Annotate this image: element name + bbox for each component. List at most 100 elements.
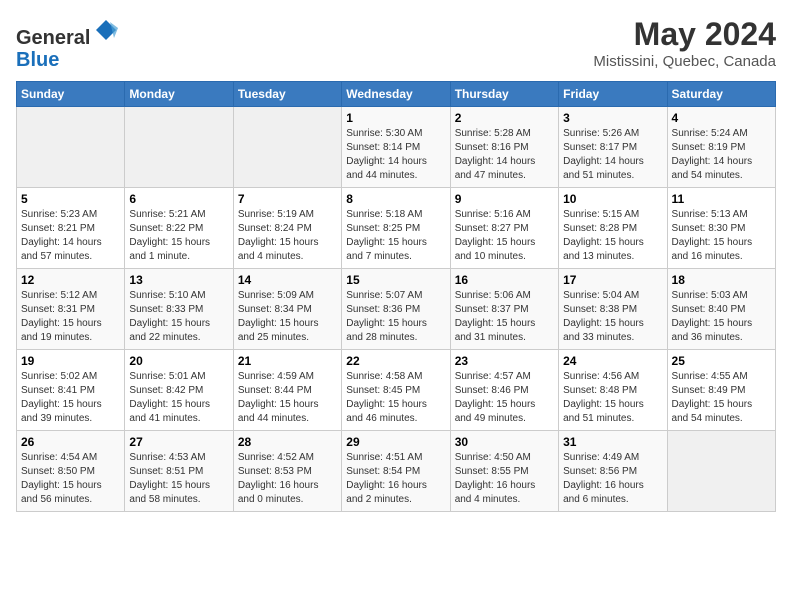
calendar-day-cell: 8Sunrise: 5:18 AMSunset: 8:25 PMDaylight… (342, 188, 450, 269)
calendar-day-cell: 2 Sunrise: 5:28 AMSunset: 8:16 PMDaylight… (450, 107, 558, 188)
calendar-day-cell: 6Sunrise: 5:21 AMSunset: 8:22 PMDaylight… (125, 188, 233, 269)
calendar-day-cell: 3 Sunrise: 5:26 AMSunset: 8:17 PMDaylight… (559, 107, 667, 188)
calendar-day-cell: 4 Sunrise: 5:24 AMSunset: 8:19 PMDaylight… (667, 107, 775, 188)
calendar-day-cell: 21Sunrise: 4:59 AMSunset: 8:44 PMDayligh… (233, 350, 341, 431)
day-info: Sunrise: 4:56 AMSunset: 8:48 PMDaylight:… (563, 370, 662, 426)
day-info: Sunrise: 5:15 AMSunset: 8:28 PMDaylight:… (563, 208, 662, 264)
calendar-day-cell: 31 Sunrise: 4:49 AMSunset: 8:56 PMDayligh… (559, 431, 667, 512)
day-number: 5 (21, 192, 120, 206)
calendar-day-cell (233, 107, 341, 188)
day-number: 6 (129, 192, 228, 206)
day-of-week-header: Thursday (450, 82, 558, 107)
logo-general: General (16, 27, 90, 49)
day-info: Sunrise: 4:59 AMSunset: 8:44 PMDaylight:… (238, 370, 337, 426)
day-info: Sunrise: 5:23 AMSunset: 8:21 PMDaylight:… (21, 208, 120, 264)
day-info: Sunrise: 4:51 AMSunset: 8:54 PMDaylight:… (346, 451, 445, 507)
day-info: Sunrise: 5:03 AMSunset: 8:40 PMDaylight:… (672, 289, 771, 345)
location: Mistissini, Quebec, Canada (593, 53, 776, 70)
day-info: Sunrise: 5:30 AMSunset: 8:14 PMDaylight:… (346, 127, 445, 183)
calendar-day-cell: 24Sunrise: 4:56 AMSunset: 8:48 PMDayligh… (559, 350, 667, 431)
day-number: 23 (455, 354, 554, 368)
day-info: Sunrise: 4:49 AMSunset: 8:56 PMDaylight:… (563, 451, 662, 507)
day-info: Sunrise: 5:26 AMSunset: 8:17 PMDaylight:… (563, 127, 662, 183)
title-block: May 2024 Mistissini, Quebec, Canada (593, 16, 776, 70)
calendar-day-cell: 17 Sunrise: 5:04 AMSunset: 8:38 PMDayligh… (559, 269, 667, 350)
day-number: 18 (672, 273, 771, 287)
calendar-week-row: 12 Sunrise: 5:12 AMSunset: 8:31 PMDayligh… (17, 269, 776, 350)
day-info: Sunrise: 5:16 AMSunset: 8:27 PMDaylight:… (455, 208, 554, 264)
day-info: Sunrise: 5:07 AMSunset: 8:36 PMDaylight:… (346, 289, 445, 345)
day-number: 22 (346, 354, 445, 368)
day-number: 3 (563, 111, 662, 125)
calendar-day-cell: 1 Sunrise: 5:30 AMSunset: 8:14 PMDaylight… (342, 107, 450, 188)
page-header: General Blue May 2024 Mistissini, Quebec… (16, 16, 776, 71)
day-number: 14 (238, 273, 337, 287)
day-number: 12 (21, 273, 120, 287)
day-of-week-header: Tuesday (233, 82, 341, 107)
day-number: 11 (672, 192, 771, 206)
day-number: 19 (21, 354, 120, 368)
day-of-week-header: Wednesday (342, 82, 450, 107)
calendar-day-cell (667, 431, 775, 512)
day-number: 25 (672, 354, 771, 368)
calendar-day-cell: 22 Sunrise: 4:58 AMSunset: 8:45 PMDayligh… (342, 350, 450, 431)
day-number: 26 (21, 435, 120, 449)
day-number: 28 (238, 435, 337, 449)
day-number: 31 (563, 435, 662, 449)
day-info: Sunrise: 4:55 AMSunset: 8:49 PMDaylight:… (672, 370, 771, 426)
calendar-day-cell: 16Sunrise: 5:06 AMSunset: 8:37 PMDayligh… (450, 269, 558, 350)
calendar-week-row: 19 Sunrise: 5:02 AMSunset: 8:41 PMDayligh… (17, 350, 776, 431)
day-number: 29 (346, 435, 445, 449)
calendar-day-cell: 20Sunrise: 5:01 AMSunset: 8:42 PMDayligh… (125, 350, 233, 431)
calendar-day-cell: 12 Sunrise: 5:12 AMSunset: 8:31 PMDayligh… (17, 269, 125, 350)
calendar-day-cell: 19 Sunrise: 5:02 AMSunset: 8:41 PMDayligh… (17, 350, 125, 431)
day-info: Sunrise: 4:50 AMSunset: 8:55 PMDaylight:… (455, 451, 554, 507)
day-info: Sunrise: 5:12 AMSunset: 8:31 PMDaylight:… (21, 289, 120, 345)
calendar-day-cell: 18 Sunrise: 5:03 AMSunset: 8:40 PMDayligh… (667, 269, 775, 350)
day-info: Sunrise: 5:28 AMSunset: 8:16 PMDaylight:… (455, 127, 554, 183)
day-number: 15 (346, 273, 445, 287)
day-number: 30 (455, 435, 554, 449)
day-number: 16 (455, 273, 554, 287)
day-number: 17 (563, 273, 662, 287)
day-info: Sunrise: 5:13 AMSunset: 8:30 PMDaylight:… (672, 208, 771, 264)
calendar-day-cell: 23 Sunrise: 4:57 AMSunset: 8:46 PMDayligh… (450, 350, 558, 431)
day-info: Sunrise: 4:52 AMSunset: 8:53 PMDaylight:… (238, 451, 337, 507)
header-row: SundayMondayTuesdayWednesdayThursdayFrid… (17, 82, 776, 107)
calendar-day-cell: 9 Sunrise: 5:16 AMSunset: 8:27 PMDaylight… (450, 188, 558, 269)
calendar-day-cell: 30 Sunrise: 4:50 AMSunset: 8:55 PMDayligh… (450, 431, 558, 512)
day-info: Sunrise: 5:04 AMSunset: 8:38 PMDaylight:… (563, 289, 662, 345)
day-of-week-header: Sunday (17, 82, 125, 107)
day-info: Sunrise: 5:02 AMSunset: 8:41 PMDaylight:… (21, 370, 120, 426)
day-number: 9 (455, 192, 554, 206)
day-of-week-header: Monday (125, 82, 233, 107)
calendar-day-cell: 29 Sunrise: 4:51 AMSunset: 8:54 PMDayligh… (342, 431, 450, 512)
logo-icon (92, 16, 120, 44)
day-info: Sunrise: 5:24 AMSunset: 8:19 PMDaylight:… (672, 127, 771, 183)
day-number: 2 (455, 111, 554, 125)
day-info: Sunrise: 4:57 AMSunset: 8:46 PMDaylight:… (455, 370, 554, 426)
calendar-day-cell: 25 Sunrise: 4:55 AMSunset: 8:49 PMDayligh… (667, 350, 775, 431)
day-of-week-header: Friday (559, 82, 667, 107)
logo: General Blue (16, 16, 120, 71)
calendar-week-row: 1 Sunrise: 5:30 AMSunset: 8:14 PMDaylight… (17, 107, 776, 188)
day-info: Sunrise: 4:58 AMSunset: 8:45 PMDaylight:… (346, 370, 445, 426)
calendar-day-cell: 11 Sunrise: 5:13 AMSunset: 8:30 PMDayligh… (667, 188, 775, 269)
day-info: Sunrise: 5:01 AMSunset: 8:42 PMDaylight:… (129, 370, 228, 426)
calendar-day-cell: 13Sunrise: 5:10 AMSunset: 8:33 PMDayligh… (125, 269, 233, 350)
day-number: 1 (346, 111, 445, 125)
day-info: Sunrise: 5:18 AMSunset: 8:25 PMDaylight:… (346, 208, 445, 264)
calendar-day-cell (17, 107, 125, 188)
calendar-day-cell (125, 107, 233, 188)
day-info: Sunrise: 5:09 AMSunset: 8:34 PMDaylight:… (238, 289, 337, 345)
calendar-week-row: 5 Sunrise: 5:23 AMSunset: 8:21 PMDaylight… (17, 188, 776, 269)
calendar-day-cell: 26Sunrise: 4:54 AMSunset: 8:50 PMDayligh… (17, 431, 125, 512)
calendar-table: SundayMondayTuesdayWednesdayThursdayFrid… (16, 81, 776, 512)
calendar-day-cell: 14 Sunrise: 5:09 AMSunset: 8:34 PMDayligh… (233, 269, 341, 350)
day-info: Sunrise: 4:53 AMSunset: 8:51 PMDaylight:… (129, 451, 228, 507)
day-number: 7 (238, 192, 337, 206)
calendar-day-cell: 28 Sunrise: 4:52 AMSunset: 8:53 PMDayligh… (233, 431, 341, 512)
calendar-day-cell: 5 Sunrise: 5:23 AMSunset: 8:21 PMDaylight… (17, 188, 125, 269)
day-number: 4 (672, 111, 771, 125)
day-number: 13 (129, 273, 228, 287)
